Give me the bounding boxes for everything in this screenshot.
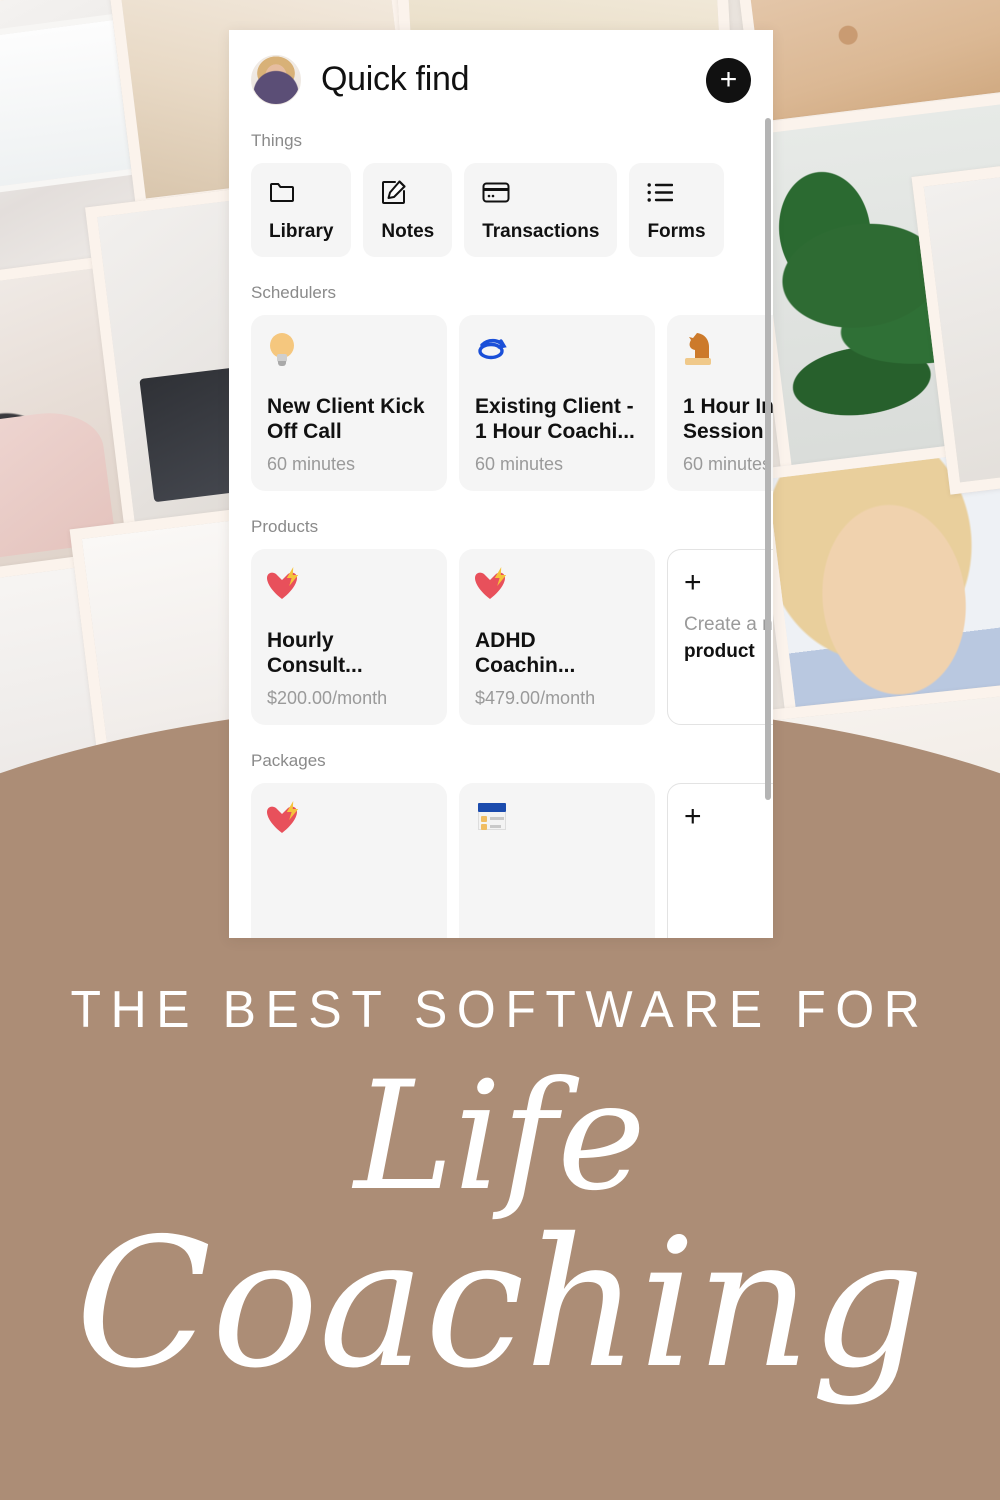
- card-title: 1 Hour In Session: [683, 394, 773, 444]
- create-product-label: Create a n product: [684, 614, 773, 662]
- chess-knight-emoji: [683, 333, 773, 373]
- thing-label: Forms: [647, 221, 706, 242]
- thing-card-notes[interactable]: Notes: [363, 163, 453, 257]
- section-label-products: Products: [251, 517, 319, 536]
- thing-card-forms[interactable]: Forms: [629, 163, 724, 257]
- thing-label: Transactions: [482, 221, 600, 242]
- scheduler-card[interactable]: 1 Hour In Session 60 minutes: [667, 315, 773, 491]
- page-title: Quick find: [321, 60, 470, 99]
- card-subtitle: $200.00/month: [267, 688, 388, 708]
- packages-row: +: [229, 783, 773, 938]
- section-label-packages: Packages: [251, 751, 326, 770]
- quick-find-panel: Quick find + Things Library Notes Transa…: [229, 30, 773, 938]
- heart-on-fire-emoji: [267, 567, 431, 607]
- schedulers-row: New Client Kick Off Call 60 minutes Exis…: [229, 315, 773, 491]
- add-button[interactable]: +: [706, 57, 751, 103]
- panel-header: Quick find +: [229, 30, 773, 105]
- plus-icon: +: [684, 800, 702, 833]
- folder-icon: [269, 179, 333, 205]
- scheduler-card[interactable]: Existing Client - 1 Hour Coachi... 60 mi…: [459, 315, 655, 491]
- thing-card-library[interactable]: Library: [251, 163, 352, 257]
- card-subtitle: 60 minutes: [267, 454, 356, 474]
- panel-scrollbar[interactable]: [765, 118, 771, 800]
- card-title: Hourly Consult...: [267, 628, 363, 678]
- heart-on-fire-emoji: [475, 567, 639, 607]
- card-subtitle: $479.00/month: [475, 688, 596, 708]
- thing-card-transactions[interactable]: Transactions: [464, 163, 618, 257]
- scheduler-card[interactable]: New Client Kick Off Call 60 minutes: [251, 315, 447, 491]
- card-title: Existing Client - 1 Hour Coachi...: [475, 394, 635, 444]
- thing-label: Notes: [381, 221, 435, 242]
- plus-icon: +: [684, 566, 702, 599]
- products-row: Hourly Consult... $200.00/month ADHD Coa…: [229, 549, 773, 725]
- package-card[interactable]: [251, 783, 447, 938]
- heart-on-fire-emoji: [267, 801, 431, 841]
- product-card[interactable]: Hourly Consult... $200.00/month: [251, 549, 447, 725]
- lightbulb-emoji: [267, 333, 431, 373]
- list-icon: [647, 179, 705, 205]
- avatar[interactable]: [251, 55, 301, 105]
- marketing-script-line-2: Coaching: [75, 1200, 925, 1407]
- create-product-card[interactable]: + Create a n product: [667, 549, 773, 725]
- id-card-emoji: [475, 801, 639, 841]
- card-title: ADHD Coachin...: [475, 628, 576, 678]
- pencil-square-icon: [381, 179, 434, 205]
- credit-card-icon: [482, 179, 599, 205]
- things-row: Library Notes Transactions Forms: [229, 163, 773, 257]
- loop-arrows-emoji: [475, 333, 639, 373]
- panel-body: Things Library Notes Transactions Forms …: [229, 105, 773, 938]
- section-label-schedulers: Schedulers: [251, 283, 337, 302]
- product-card[interactable]: ADHD Coachin... $479.00/month: [459, 549, 655, 725]
- marketing-headline: THE BEST SOFTWARE FOR: [70, 981, 930, 1039]
- thing-label: Library: [269, 221, 334, 242]
- marketing-script-line-1: Life: [354, 1050, 646, 1224]
- section-label-things: Things: [251, 131, 303, 150]
- card-subtitle: 60 minutes: [475, 454, 564, 474]
- package-card[interactable]: [459, 783, 655, 938]
- card-subtitle: 60 minutes: [683, 454, 772, 474]
- create-package-card[interactable]: +: [667, 783, 773, 938]
- card-title: New Client Kick Off Call: [267, 394, 425, 444]
